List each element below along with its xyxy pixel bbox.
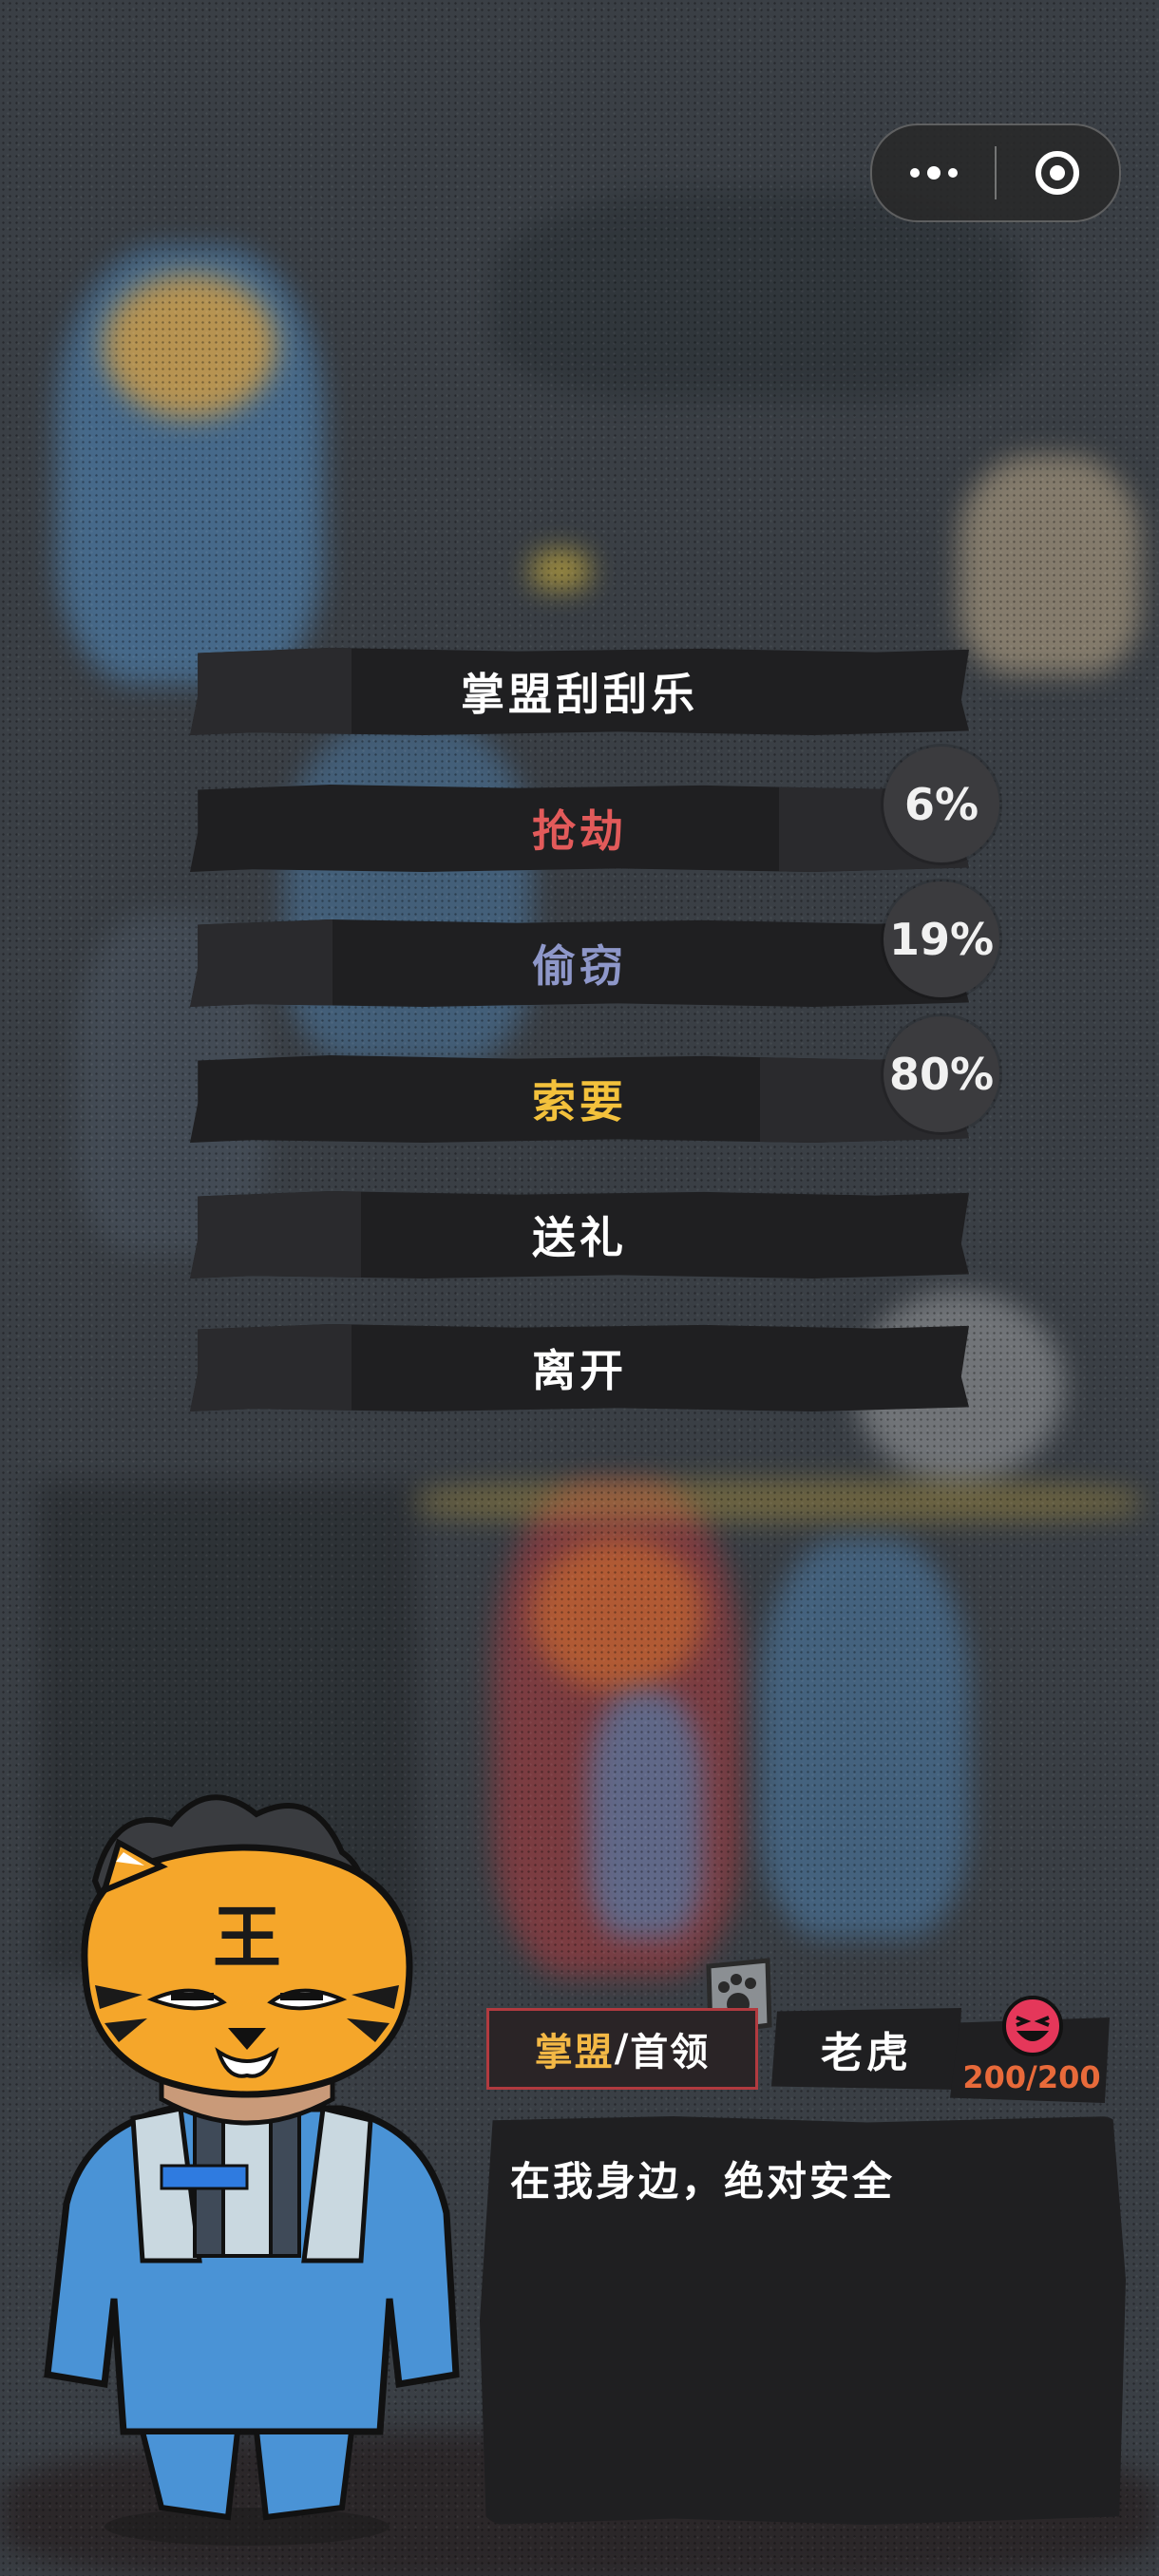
option-rob-label: 抢劫 <box>532 805 627 857</box>
option-demand-label: 索要 <box>532 1076 627 1127</box>
option-gift-button[interactable]: 送礼 <box>190 1191 969 1279</box>
close-button[interactable] <box>996 125 1119 220</box>
option-gift-label: 送礼 <box>532 1212 627 1263</box>
option-leave-label: 离开 <box>532 1345 627 1396</box>
rank-label: 首领 <box>630 2031 711 2074</box>
capsule-divider <box>995 146 997 199</box>
option-rob-chance: 6% <box>884 747 999 862</box>
more-dots-icon <box>910 166 958 180</box>
option-demand-chance: 80% <box>884 1016 999 1132</box>
dialog-text: 在我身边，绝对安全 <box>510 2158 896 2205</box>
happy-face-icon <box>1002 1996 1063 2056</box>
close-target-icon <box>1036 151 1079 195</box>
mini-program-capsule <box>870 123 1121 222</box>
option-demand-button[interactable]: 索要 <box>190 1055 969 1143</box>
more-button[interactable] <box>872 125 996 220</box>
menu-title-label: 掌盟刮刮乐 <box>461 669 698 720</box>
faction-separator: / <box>614 2027 631 2071</box>
option-rob-button[interactable]: 抢劫 <box>190 785 969 872</box>
mask-glyph: 王 <box>213 1898 281 1978</box>
option-leave-button[interactable]: 离开 <box>190 1324 969 1411</box>
menu-title: 掌盟刮刮乐 <box>190 648 969 735</box>
option-steal-button[interactable]: 偷窃 <box>190 919 969 1007</box>
hp-value: 200/200 <box>962 2059 1101 2095</box>
option-steal-label: 偷窃 <box>532 940 627 992</box>
tiger-boss-character: 王 <box>44 1794 460 2546</box>
npc-name: 老虎 <box>771 2008 961 2090</box>
option-steal-chance: 19% <box>884 881 999 997</box>
faction-rank-plate: 掌盟 / 首领 <box>486 2008 758 2090</box>
faction-label: 掌盟 <box>534 2031 615 2074</box>
